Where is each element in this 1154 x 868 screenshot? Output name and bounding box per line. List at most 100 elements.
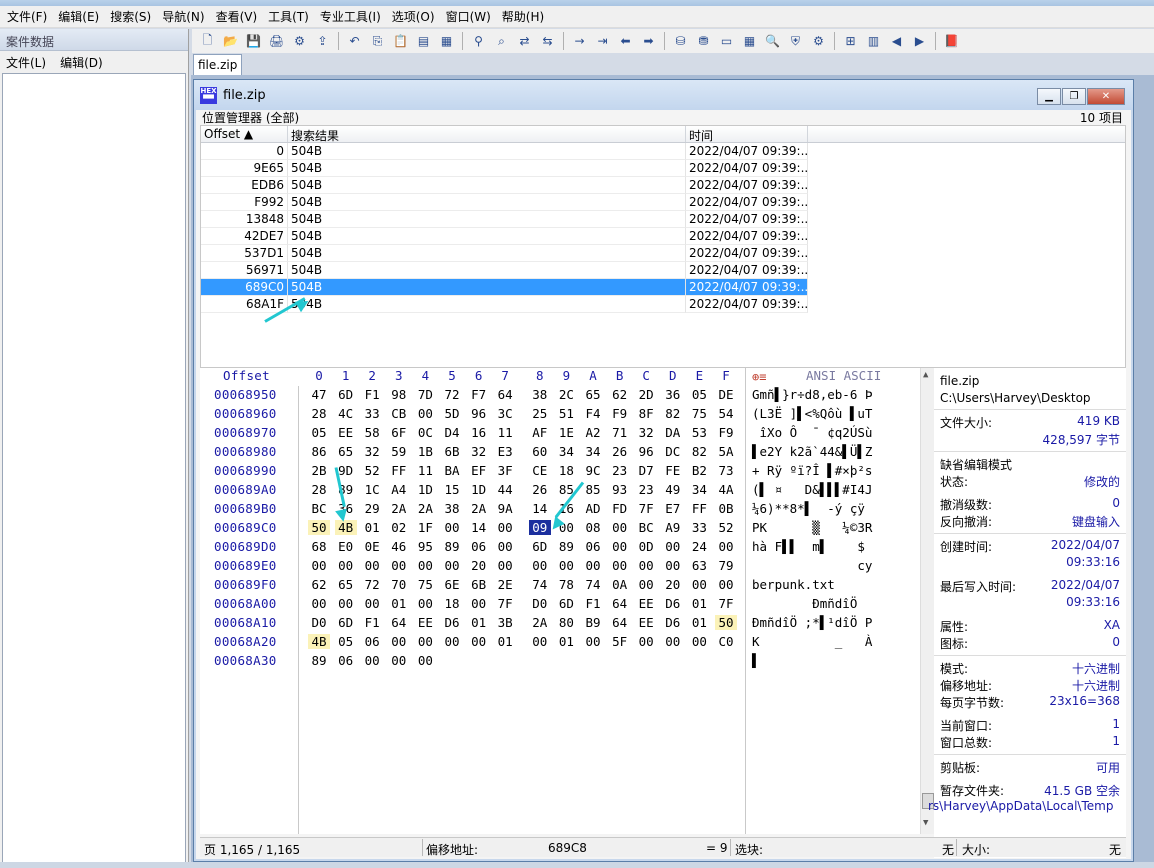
disk-icon[interactable]: ⛁ (671, 32, 690, 50)
save-icon[interactable]: 💾 (244, 32, 263, 50)
hex-byte[interactable]: 06 (582, 539, 604, 554)
hex-byte[interactable]: 00 (414, 558, 436, 573)
hex-byte[interactable]: 00 (609, 558, 631, 573)
hex-row-ascii[interactable]: cy (752, 558, 872, 573)
hex-byte[interactable]: 1F (414, 520, 436, 535)
hex-byte[interactable]: 53 (688, 425, 710, 440)
menu-item[interactable]: 搜索(S) (107, 8, 154, 25)
properties-icon[interactable]: ⚙ (290, 32, 309, 50)
hex-byte[interactable]: 00 (441, 558, 463, 573)
hex-byte[interactable]: 58 (361, 425, 383, 440)
hex-byte[interactable]: 6E (441, 577, 463, 592)
hex-byte[interactable]: 73 (715, 463, 737, 478)
hex-byte[interactable]: 00 (635, 577, 657, 592)
hex-byte[interactable]: AF (529, 425, 551, 440)
hex-byte[interactable]: 78 (555, 577, 577, 592)
hex-row-ascii[interactable]: Gmñ▌}r÷d8,eb-6 Þ (752, 387, 872, 402)
hex-byte[interactable]: 79 (715, 558, 737, 573)
hex-byte[interactable]: 4B (308, 634, 330, 649)
menu-item[interactable]: 工具(T) (265, 8, 312, 25)
hex-row[interactable]: 00068A20 4B 05 06 00 00 00 00 01 00 01 00 5F 00 00 00 C0… (200, 634, 934, 653)
hex-byte[interactable]: 00 (609, 520, 631, 535)
hex-byte[interactable]: F1 (361, 387, 383, 402)
back-icon[interactable]: ⬅ (616, 32, 635, 50)
hex-byte[interactable]: 6D (529, 539, 551, 554)
hex-row-ascii[interactable]: ÐmñdîÖ ;*▌¹dîÖ P (752, 615, 872, 630)
hex-byte[interactable]: 29 (361, 501, 383, 516)
hex-row-ascii[interactable]: ¼6)**8*▌ -ý çÿ (752, 501, 872, 516)
minimize-button[interactable]: ▁ (1037, 88, 1061, 105)
hex-byte[interactable]: 0C (414, 425, 436, 440)
hex-byte[interactable]: 23 (609, 463, 631, 478)
hex-byte[interactable]: 47 (308, 387, 330, 402)
hex-byte[interactable]: 2A (529, 615, 551, 630)
hex-row[interactable]: 00068990 2B 9D 52 FF 11 BA EF 3F CE 18 9C 23 D7 FE B2 73… (200, 463, 934, 482)
hex-byte[interactable]: 00 (414, 653, 436, 668)
hex-byte[interactable]: B2 (688, 463, 710, 478)
hex-byte[interactable]: 00 (555, 558, 577, 573)
hex-byte[interactable]: 6F (388, 425, 410, 440)
result-row[interactable]: F992 504B 2022/04/07 09:39:... (201, 194, 1125, 211)
hex-byte[interactable]: 68 (308, 539, 330, 554)
hex-byte[interactable]: 2A (414, 501, 436, 516)
hex-byte[interactable]: 49 (662, 482, 684, 497)
hex-byte[interactable]: 00 (388, 558, 410, 573)
hex-byte[interactable]: D7 (635, 463, 657, 478)
bookmark-icon[interactable]: 📕 (942, 32, 961, 50)
scroll-down-icon[interactable]: ▼ (923, 818, 928, 828)
hex-byte[interactable]: 23 (635, 482, 657, 497)
hex-byte[interactable]: 25 (529, 406, 551, 421)
hex-byte[interactable]: 2A (388, 501, 410, 516)
hex-row-ascii[interactable]: hà F▌▌ m▌ $ (752, 539, 872, 554)
hex-byte[interactable]: 26 (529, 482, 551, 497)
hex-byte[interactable]: 01 (388, 596, 410, 611)
hex-byte[interactable]: 11 (494, 425, 516, 440)
hex-byte[interactable]: 08 (582, 520, 604, 535)
hex-editor[interactable]: Offset ⊕≡ ANSI ASCII 0123456789ABCDEF ▲ … (200, 368, 934, 834)
hex-byte[interactable]: FD (609, 501, 631, 516)
tiles-icon[interactable]: ⊞ (841, 32, 860, 50)
hex-row[interactable]: 00068A30 89 06 00 00 00 ▌ (200, 653, 934, 672)
hex-byte[interactable]: 6B (441, 444, 463, 459)
hex-row-ascii[interactable]: (▌ ¤ D&▌▌▌#I4J (752, 482, 872, 497)
hex-byte[interactable]: F9 (609, 406, 631, 421)
hex-byte[interactable]: 09 (528, 520, 551, 535)
hex-row-ascii[interactable]: berpunk.txt (752, 577, 872, 592)
result-row[interactable]: 68A1F 504B 2022/04/07 09:39:... (201, 296, 1125, 313)
hex-byte[interactable]: 6B (468, 577, 490, 592)
hex-byte[interactable]: F1 (582, 596, 604, 611)
hex-byte[interactable]: 2A (468, 501, 490, 516)
result-row[interactable]: 537D1 504B 2022/04/07 09:39:... (201, 245, 1125, 262)
hex-byte[interactable]: 34 (688, 482, 710, 497)
result-row[interactable]: 689C0 504B 2022/04/07 09:39:... (201, 279, 1125, 296)
hex-byte[interactable]: 00 (582, 634, 604, 649)
hex-byte[interactable]: EE (635, 615, 657, 630)
hex-byte[interactable]: 28 (308, 482, 330, 497)
hex-byte[interactable]: 00 (662, 558, 684, 573)
replace-icon[interactable]: ⇄ (515, 32, 534, 50)
hex-byte[interactable]: D0 (308, 615, 330, 630)
hex-byte[interactable]: 0A (609, 577, 631, 592)
hex-byte[interactable]: 63 (688, 558, 710, 573)
hex-byte[interactable]: 26 (609, 444, 631, 459)
hex-byte[interactable]: AD (582, 501, 604, 516)
hex-byte[interactable]: 5D (441, 406, 463, 421)
hex-row[interactable]: 000689F0 62 65 72 70 75 6E 6B 2E 74 78 74 0A 00 20 00 00… (200, 577, 934, 596)
case-edit-menu[interactable]: 编辑(D) (60, 54, 103, 70)
text-mode-icon[interactable]: ⊕≡ (752, 370, 766, 384)
menu-item[interactable]: 专业工具(I) (317, 8, 384, 25)
hex-byte[interactable]: 46 (388, 539, 410, 554)
hex-byte[interactable]: 11 (414, 463, 436, 478)
calculator-icon[interactable]: ▦ (740, 32, 759, 50)
hex-row[interactable]: 000689C0 50 4B 01 02 1F 00 14 00 09 00 08 00 BC A9 33 52… (200, 520, 934, 539)
hex-byte[interactable]: B9 (582, 615, 604, 630)
hex-byte[interactable]: 71 (609, 425, 631, 440)
hex-byte[interactable]: 52 (715, 520, 737, 535)
hex-byte[interactable]: 2E (494, 577, 516, 592)
hex-byte[interactable]: 32 (468, 444, 490, 459)
hex-byte[interactable]: 96 (635, 444, 657, 459)
hex-byte[interactable]: A9 (662, 520, 684, 535)
hex-byte[interactable]: 01 (494, 634, 516, 649)
hex-byte[interactable]: 0E (361, 539, 383, 554)
hex-byte[interactable]: CE (529, 463, 551, 478)
